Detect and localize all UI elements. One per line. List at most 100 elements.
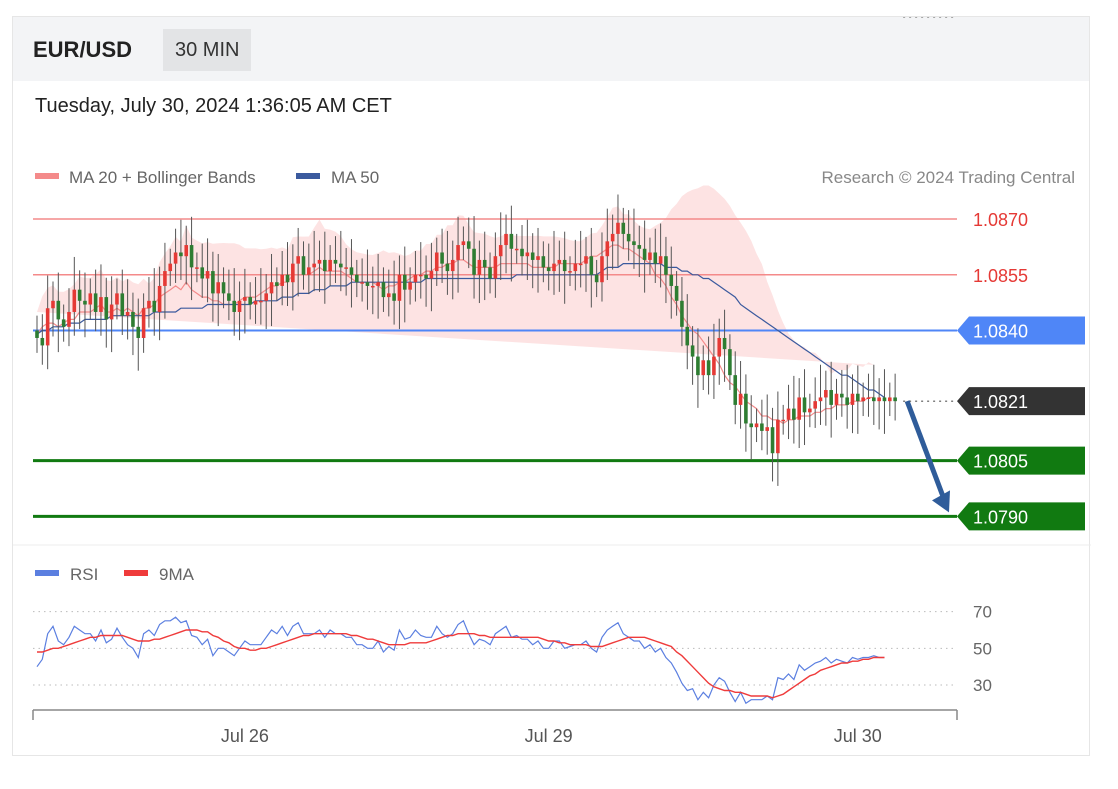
time-tick-label: Jul 26 <box>221 726 269 746</box>
candle-body <box>834 393 839 405</box>
candle-body <box>466 241 471 249</box>
candle-body <box>365 282 370 286</box>
candle-body <box>307 267 311 275</box>
candle-body <box>578 263 583 266</box>
candle-body <box>120 293 125 316</box>
level-tag-text-1.0840: 1.0840 <box>973 322 1028 342</box>
legend-ma20-label: MA 20 + Bollinger Bands <box>69 168 256 187</box>
candle-body <box>573 263 578 272</box>
candle-body <box>861 397 865 402</box>
candle-body <box>637 245 642 249</box>
candle-body <box>525 252 530 257</box>
candle-body <box>658 256 663 264</box>
candle-body <box>339 263 343 268</box>
candle-body <box>93 293 98 312</box>
candle-body <box>370 285 375 288</box>
rsi-tick-label-30: 30 <box>973 676 992 695</box>
candle-body <box>45 308 50 346</box>
candle-body <box>450 259 455 272</box>
bollinger-band <box>37 185 874 374</box>
candle-body <box>349 267 354 275</box>
candle-body <box>845 397 849 405</box>
candle-body <box>109 304 114 320</box>
candle-body <box>456 245 460 260</box>
level-label-1.0855: 1.0855 <box>973 266 1028 286</box>
candle-body <box>157 285 162 312</box>
candle-body <box>275 282 279 286</box>
candle-body <box>818 397 823 402</box>
candle-body <box>163 271 167 286</box>
candle-body <box>482 259 487 268</box>
candle-body <box>131 311 135 327</box>
candle-body <box>514 248 519 251</box>
candle-body <box>173 252 178 264</box>
candle-body <box>557 259 562 264</box>
candle-body <box>376 282 380 286</box>
candle-body <box>642 248 647 260</box>
candle-body <box>669 274 674 286</box>
candle-body <box>754 423 759 428</box>
candle-body <box>882 397 887 402</box>
candle-body <box>237 300 242 312</box>
candle-body <box>541 256 546 268</box>
candle-body <box>77 289 82 301</box>
legend-rsi-swatch <box>35 570 59 576</box>
candle-body <box>227 293 231 301</box>
candle-body <box>808 408 812 413</box>
candle-body <box>195 267 199 269</box>
candle-body <box>536 256 540 260</box>
rsi-panel: 70 50 30 <box>33 603 992 705</box>
candle-body <box>301 256 306 275</box>
candle-body <box>797 397 801 420</box>
candle-body <box>67 311 71 327</box>
candle-body <box>72 289 77 312</box>
candle-body <box>243 297 247 301</box>
candle-body <box>776 419 780 454</box>
candle-body <box>733 375 738 405</box>
candle-body <box>333 259 338 264</box>
candle-body <box>205 271 210 279</box>
candle-body <box>413 274 418 283</box>
candle-body <box>99 297 103 312</box>
candle-body <box>285 274 290 283</box>
candle-body <box>600 256 604 283</box>
time-tick-label: Jul 29 <box>525 726 573 746</box>
candle-body <box>616 222 620 234</box>
rsi-ma-line <box>37 629 885 699</box>
candle-body <box>147 300 151 309</box>
candle-body <box>770 427 775 454</box>
legend-ma20-swatch <box>35 173 59 179</box>
candle-body <box>125 311 130 316</box>
candle-body <box>765 427 770 431</box>
candle-body <box>397 274 402 301</box>
level-tag-text-1.0790: 1.0790 <box>973 507 1028 527</box>
candle-body <box>461 241 466 246</box>
candle-body <box>440 252 444 264</box>
candle-body <box>488 267 492 279</box>
chart-canvas: MA 20 + Bollinger Bands MA 50 Research ©… <box>13 17 1091 746</box>
candle-body <box>323 259 327 272</box>
candle-body <box>712 356 716 376</box>
candle-body <box>632 241 636 246</box>
candle-body <box>429 271 434 279</box>
candle-body <box>680 300 684 327</box>
candle-body <box>504 233 508 246</box>
candle-body <box>813 401 817 409</box>
candle-body <box>216 282 221 294</box>
candle-body <box>115 293 119 305</box>
legend-ma50-label: MA 50 <box>331 168 379 187</box>
candle-body <box>781 419 785 422</box>
candle-body <box>179 252 183 257</box>
candle-body <box>744 393 748 424</box>
candle-body <box>296 256 300 264</box>
candle-body <box>893 397 897 402</box>
candle-body <box>355 274 359 283</box>
candle-body <box>136 326 141 338</box>
candle-body <box>786 408 791 420</box>
candle-body <box>312 263 316 268</box>
candle-body <box>872 397 876 402</box>
candle-body <box>232 300 237 312</box>
candle-body <box>381 282 386 298</box>
candle-body <box>360 282 364 284</box>
candle-body <box>850 393 855 405</box>
